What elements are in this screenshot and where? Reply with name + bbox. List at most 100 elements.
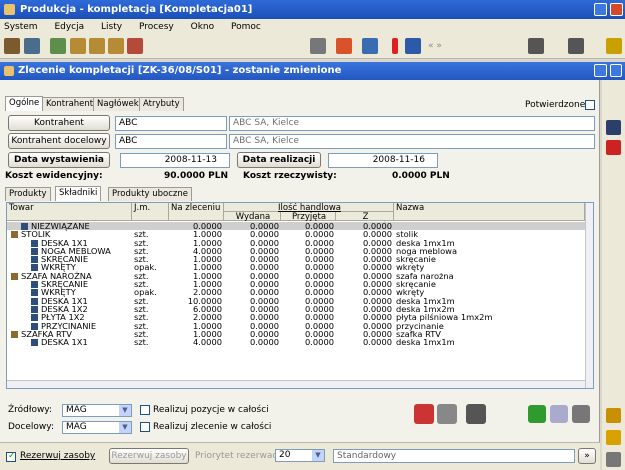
batch-icon[interactable] xyxy=(414,404,434,424)
calc-icon[interactable] xyxy=(437,404,457,424)
trash-icon[interactable] xyxy=(572,405,590,423)
tree-node-icon[interactable] xyxy=(11,231,18,239)
table-row[interactable]: STOLIK szt. 1.0000 0.0000 0.0000 0.0000 stolik xyxy=(7,230,585,239)
tree-node-icon[interactable] xyxy=(31,339,38,347)
tree-node-icon[interactable] xyxy=(31,314,38,322)
chart-doc-icon[interactable] xyxy=(127,38,143,54)
tools-icon[interactable] xyxy=(405,38,421,54)
document-b-icon[interactable] xyxy=(108,38,124,54)
col-na-zleceniu-header[interactable]: Na zleceniu xyxy=(169,203,224,221)
save-icon[interactable] xyxy=(606,120,621,135)
book-icon[interactable] xyxy=(568,38,584,54)
tree-node-icon[interactable] xyxy=(31,256,38,264)
table-row[interactable]: DESKA 1X2 szt. 6.0000 0.0000 0.0000 0.0000 des… xyxy=(7,305,585,313)
table-row[interactable]: DESKA 1X1 szt. 4.0000 0.0000 0.0000 0.0000 des… xyxy=(7,338,585,346)
col-wydana-header[interactable]: Wydana xyxy=(224,212,281,222)
binoculars-icon[interactable] xyxy=(466,404,486,424)
tree-node-icon[interactable] xyxy=(31,297,38,305)
kontrahent-docelowy-code-field[interactable]: ABC xyxy=(115,134,227,149)
users-icon[interactable] xyxy=(606,408,621,423)
table-row[interactable]: SZAFA NAROŻNA szt. 1.0000 0.0000 0.0000 0.000… xyxy=(7,271,585,280)
data-realizacji-button[interactable]: Data realizacji xyxy=(237,152,321,168)
table-row[interactable]: PRZYCINANIE szt. 1.0000 0.0000 0.0000 0.0000 p… xyxy=(7,321,585,330)
chevron-down-icon[interactable]: ▼ xyxy=(119,405,131,416)
new-document-icon[interactable] xyxy=(50,38,66,54)
subtab-skladniki[interactable]: Składniki xyxy=(55,186,102,201)
more-button[interactable]: » xyxy=(578,448,596,464)
add-icon[interactable] xyxy=(528,405,546,423)
kontrahent-button[interactable]: Kontrahent xyxy=(8,115,110,131)
pin-icon[interactable] xyxy=(606,452,621,467)
alert-icon[interactable] xyxy=(392,38,398,54)
tab-kontrahent[interactable]: Kontrahent xyxy=(42,97,98,111)
subtab-produkty-uboczne[interactable]: Produkty uboczne xyxy=(108,187,192,201)
table-row[interactable]: NIEZWIĄZANE 0.0000 0.0000 0.0000 0.0000 xyxy=(7,222,585,230)
realizuj-pozycje-checkbox[interactable] xyxy=(140,405,150,415)
chart-icon[interactable] xyxy=(362,38,378,54)
table-row[interactable]: SKRĘCANIE szt. 1.0000 0.0000 0.0000 0.0000 skr… xyxy=(7,255,585,263)
menu-pomoc[interactable]: Pomoc xyxy=(231,22,261,32)
menu-procesy[interactable]: Procesy xyxy=(139,22,174,32)
menu-edycja[interactable]: Edycja xyxy=(54,22,84,32)
tree-node-icon[interactable] xyxy=(11,330,18,338)
menu-listy[interactable]: Listy xyxy=(101,22,122,32)
lock-icon[interactable] xyxy=(606,430,621,445)
rezerwuj-checkbox[interactable]: ✓ xyxy=(6,451,16,462)
table-row[interactable]: NOGA MEBLOWA szt. 4.0000 0.0000 0.0000 0.0000… xyxy=(7,247,585,255)
document-a-icon[interactable] xyxy=(89,38,105,54)
chevron-down-icon[interactable]: ▼ xyxy=(312,450,324,461)
realizuj-zlecenie-checkbox[interactable] xyxy=(140,422,150,432)
data-wystawienia-button[interactable]: Data wystawienia xyxy=(8,152,110,168)
data-realizacji-field[interactable]: 2008-11-16 xyxy=(328,153,438,168)
kontrahent-code-field[interactable]: ABC xyxy=(115,116,227,131)
tree-node-icon[interactable] xyxy=(31,247,38,255)
search-icon[interactable] xyxy=(550,405,568,423)
table-row[interactable]: WKRĘTY opak. 2.0000 0.0000 0.0000 0.0000 wkręt… xyxy=(7,288,585,297)
subtab-produkty[interactable]: Produkty xyxy=(5,187,51,201)
table-row[interactable]: DESKA 1X1 szt. 10.0000 0.0000 0.0000 0.0000 de… xyxy=(7,296,585,305)
doc-restore-button[interactable] xyxy=(610,64,622,77)
kontrahent-docelowy-button[interactable]: Kontrahent docelowy xyxy=(8,133,110,149)
table-row[interactable]: SZAFKA RTV szt. 1.0000 0.0000 0.0000 0.0000 sz… xyxy=(7,330,585,338)
table-row[interactable]: SKRĘCANIE szt. 1.0000 0.0000 0.0000 0.0000 skr… xyxy=(7,280,585,288)
table-row[interactable]: WKRĘTY opak. 1.0000 0.0000 0.0000 0.0000 wkręt… xyxy=(7,263,585,272)
zrodlowy-select[interactable]: MAG ▼ xyxy=(62,404,132,417)
data-wystawienia-field[interactable]: 2008-11-13 xyxy=(120,153,230,168)
data-wystawienia-value: 2008-11-13 xyxy=(164,155,217,165)
close-button[interactable] xyxy=(610,3,623,16)
col-nazwa-header[interactable]: Nazwa xyxy=(394,203,585,221)
tree-node-icon[interactable] xyxy=(11,272,18,280)
history-nav-icon[interactable]: « » xyxy=(428,41,442,51)
tree-node-icon[interactable] xyxy=(31,289,38,297)
menu-system[interactable]: System xyxy=(4,22,38,32)
docelowy-select[interactable]: MAG ▼ xyxy=(62,421,132,434)
help-icon[interactable] xyxy=(606,38,622,54)
col-z-zamiennikow-header[interactable]: Z zamienników xyxy=(336,212,394,232)
col-towar-header[interactable]: Towar xyxy=(7,203,132,221)
tab-atrybuty[interactable]: Atrybuty xyxy=(139,97,184,111)
grid-horizontal-scrollbar[interactable] xyxy=(7,380,585,388)
copy-icon[interactable] xyxy=(70,38,86,54)
organizer-icon[interactable] xyxy=(24,38,40,54)
tree-node-icon[interactable] xyxy=(31,305,38,313)
menu-okno[interactable]: Okno xyxy=(191,22,215,32)
col-przyjeta-header[interactable]: Przyjęta xyxy=(281,212,336,222)
tab-naglowek[interactable]: Nagłówek xyxy=(93,97,143,111)
close-icon[interactable] xyxy=(606,140,621,155)
rezerwuj-zasoby-button[interactable]: Rezerwuj zasoby xyxy=(109,448,189,464)
print-icon[interactable] xyxy=(310,38,326,54)
tab-ogolne[interactable]: Ogólne xyxy=(5,96,44,111)
notify-icon[interactable] xyxy=(336,38,352,54)
transfer-icon[interactable] xyxy=(528,38,544,54)
col-jm-header[interactable]: J.m. xyxy=(132,203,169,221)
confirmed-checkbox[interactable] xyxy=(585,100,595,110)
tree-node-icon[interactable] xyxy=(31,239,38,247)
priorytet-select[interactable]: 20 ▼ xyxy=(275,449,325,462)
tree-node-icon[interactable] xyxy=(31,281,38,289)
grid-vertical-scrollbar[interactable] xyxy=(585,203,593,388)
chevron-down-icon[interactable]: ▼ xyxy=(119,422,131,433)
production-icon[interactable] xyxy=(4,38,20,54)
standardowy-field[interactable]: Standardowy xyxy=(333,449,575,463)
doc-minimize-button[interactable] xyxy=(594,64,607,77)
minimize-button[interactable] xyxy=(594,3,607,16)
